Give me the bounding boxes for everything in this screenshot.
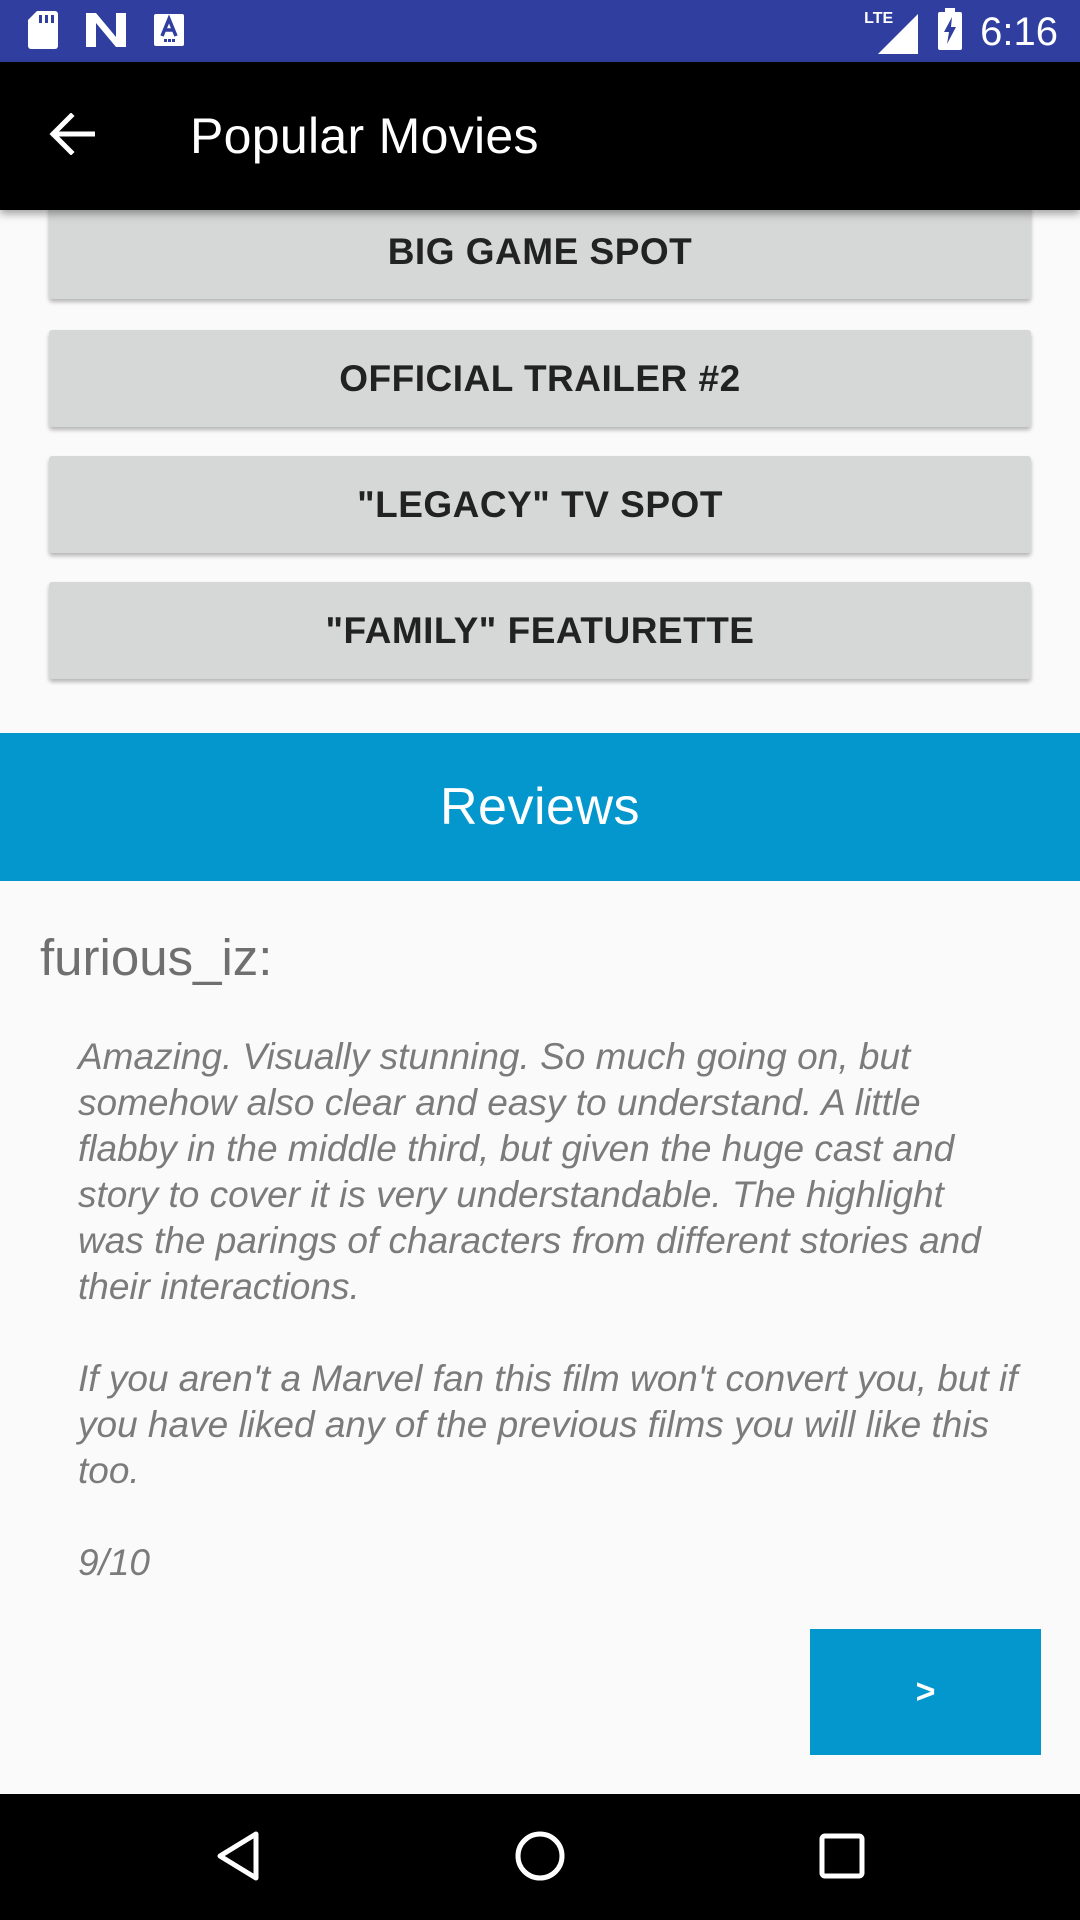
status-icons-left <box>28 11 184 54</box>
status-time: 6:16 <box>980 9 1058 54</box>
battery-charging-icon <box>938 8 963 55</box>
trailer-button-legacy-tv-spot[interactable]: "LEGACY" TV SPOT <box>49 456 1031 553</box>
nav-back-button[interactable] <box>198 1822 278 1894</box>
n-logo-icon <box>86 13 126 52</box>
status-icons-right: LTE 6:16 <box>864 8 1058 55</box>
reviews-header: Reviews <box>0 733 1080 881</box>
reviews-title: Reviews <box>440 778 640 836</box>
trailer-button-big-game-spot[interactable]: BIG GAME SPOT <box>49 204 1031 299</box>
next-review-button[interactable]: > <box>810 1629 1041 1755</box>
review-body: Amazing. Visually stunning. So much goin… <box>78 1034 1018 1632</box>
back-button[interactable] <box>34 100 110 172</box>
status-bar: LTE 6:16 <box>0 0 1080 62</box>
review-paragraph: Amazing. Visually stunning. So much goin… <box>78 1036 981 1307</box>
nav-recents-icon <box>819 1833 865 1884</box>
nav-recents-button[interactable] <box>802 1822 882 1894</box>
keyboard-a-icon <box>154 14 184 51</box>
trailer-button-official-trailer-2[interactable]: OFFICIAL TRAILER #2 <box>49 330 1031 427</box>
review-rating: 9/10 <box>78 1542 151 1583</box>
nav-back-icon <box>216 1831 260 1886</box>
page-title: Popular Movies <box>190 108 539 164</box>
nav-home-button[interactable] <box>500 1822 580 1894</box>
trailer-button-family-featurette[interactable]: "FAMILY" FEATURETTE <box>49 582 1031 679</box>
sd-card-icon <box>28 11 58 54</box>
app-toolbar: Popular Movies <box>0 62 1080 210</box>
review-author: furious_iz: <box>40 929 273 986</box>
signal-icon: LTE <box>864 10 920 54</box>
network-label: LTE <box>864 9 894 27</box>
arrow-back-icon <box>49 111 96 160</box>
review-paragraph: If you aren't a Marvel fan this film won… <box>78 1358 1018 1491</box>
system-nav-bar <box>0 1794 1080 1920</box>
nav-home-icon <box>514 1830 566 1887</box>
